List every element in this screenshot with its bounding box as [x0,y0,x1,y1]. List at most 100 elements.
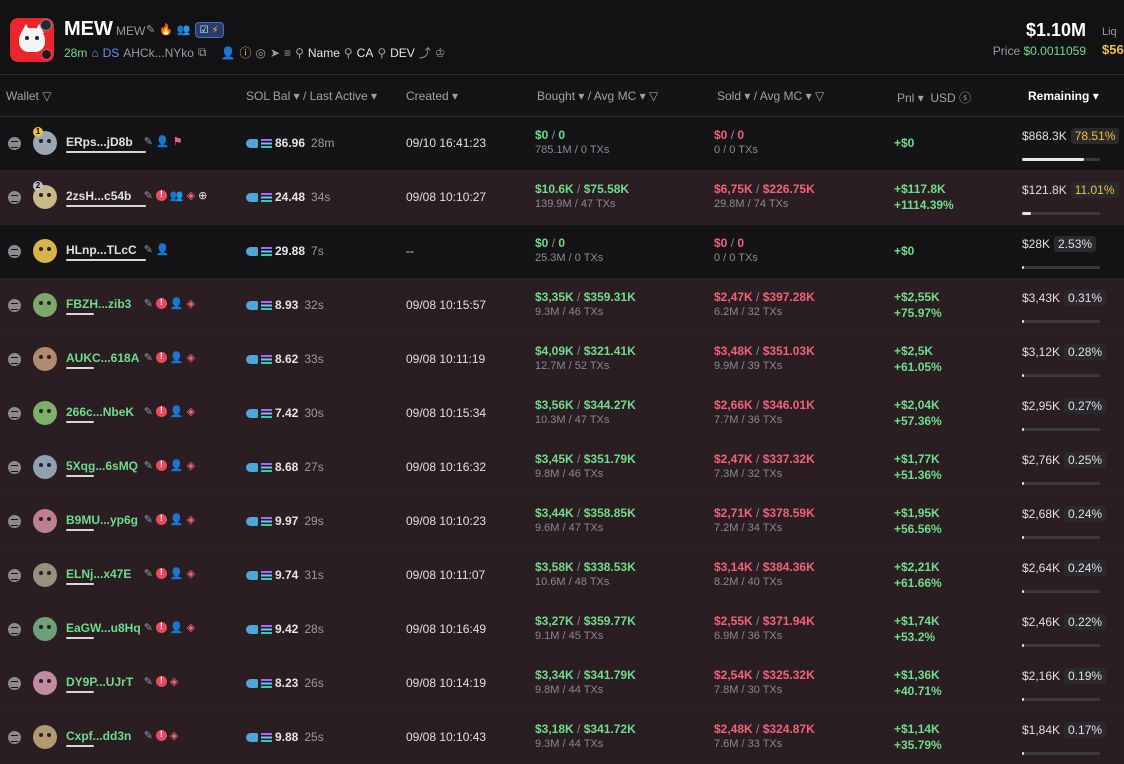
token-logo[interactable] [10,18,54,62]
sort-icon[interactable]: ▾ [640,89,646,103]
wallet-avatar[interactable] [33,509,57,533]
wallet-name[interactable]: 5Xqg...6sMQ [66,459,138,473]
search-ca-link[interactable]: CA [357,46,374,60]
sort-icon[interactable]: ▾ [806,89,812,103]
table-row[interactable]: HLnp...TLcC ✎ 👤 29.88 7s -- $0 / 0 25.3M / 0 TX… [0,225,1124,279]
wallet-avatar[interactable] [33,563,57,587]
edit-icon[interactable]: ✎ [144,297,153,310]
wallet-name[interactable]: HLnp...TLcC [66,243,137,257]
telegram-icon[interactable]: ➤ [270,46,280,60]
row-menu-icon[interactable] [8,353,21,366]
edit-icon[interactable]: ✎ [144,621,153,634]
table-row[interactable]: 2 2zsH...c54b ✎ 👥◈⊕ 24.48 34s 09/08 10:10:27 $1… [0,171,1124,225]
row-menu-icon[interactable] [8,137,21,150]
table-row[interactable]: 266c...NbeK ✎ 👤◈ 7.42 30s 09/08 10:15:34 $3,56… [0,387,1124,441]
web-icon[interactable]: ◎ [256,46,266,60]
row-menu-icon[interactable] [8,623,21,636]
pnl-percent: +1114.39% [894,198,954,212]
search-name-link[interactable]: Name [308,46,340,60]
sort-icon[interactable]: ▾ [578,89,584,103]
col-sold[interactable]: Sold ▾ / Avg MC ▾ ▽ [717,89,824,103]
table-row[interactable]: AUKC...618A ✎ 👤◈ 8.62 33s 09/08 10:11:19 $4,09… [0,333,1124,387]
edit-icon[interactable]: ✎ [144,567,153,580]
edit-icon[interactable]: ✎ [144,405,153,418]
remaining-value: $3,43K [1022,291,1061,305]
sort-icon[interactable]: ▾ [918,91,924,105]
table-row[interactable]: ELNj...x47E ✎ 👤◈ 9.74 31s 09/08 10:11:07 $3,58… [0,549,1124,603]
table-row[interactable]: Cxpf...dd3n✎◈9.8825s09/08 10:10:43$3,18K… [0,711,1124,764]
table-row[interactable]: EaGW...u8Hq✎ 👤◈ 9.42 28s 09/08 10:16:49 $3,27… [0,603,1124,657]
table-row[interactable]: DY9P...UJrT✎◈8.2326s09/08 10:14:19$3,34K… [0,657,1124,711]
solana-icon [261,138,272,148]
alert-icon[interactable]: ⓘ [239,44,251,61]
wallet-name[interactable]: B9MU...yp6g [66,513,138,527]
edit-icon[interactable]: ✎ [144,513,153,526]
edit-icon[interactable]: ✎ [144,675,153,688]
crown-icon[interactable]: ♔ [435,46,446,60]
edit-icon[interactable]: ✎ [146,24,155,36]
wallet-name[interactable]: ELNj...x47E [66,567,131,581]
edit-icon[interactable]: ✎ [144,351,153,364]
wallet-avatar[interactable] [33,671,57,695]
table-row[interactable]: FBZH...zib3 ✎ 👤◈ 8.93 32s 09/08 10:15:57 $3,35… [0,279,1124,333]
filter-icon[interactable]: ▽ [42,89,51,103]
user-icon[interactable]: 👤 [221,46,236,60]
wallet-name[interactable]: EaGW...u8Hq [66,621,141,635]
wallet-name[interactable]: FBZH...zib3 [66,297,131,311]
row-menu-icon[interactable] [8,515,21,528]
edit-icon[interactable]: ✎ [144,459,153,472]
filter-icon[interactable]: ▽ [649,89,658,103]
home-icon[interactable]: ⌂ [91,46,98,60]
row-menu-icon[interactable] [8,299,21,312]
user-check-icon: 👤 [169,568,184,580]
row-menu-icon[interactable] [8,731,21,744]
row-menu-icon[interactable] [8,461,21,474]
currency-toggle-icon[interactable]: ⓢ [959,91,971,105]
sol-balance-value: 86.96 [275,136,306,150]
wallet-name[interactable]: AUKC...618A [66,351,139,365]
wallet-name[interactable]: 266c...NbeK [66,405,134,419]
edit-icon[interactable]: ✎ [144,243,153,256]
sort-icon[interactable]: ▾ [452,89,458,103]
row-menu-icon[interactable] [8,407,21,420]
wallet-name[interactable]: Cxpf...dd3n [66,729,131,743]
filter-icon[interactable]: ▽ [815,89,824,103]
sort-icon[interactable]: ▾ [744,89,750,103]
table-row[interactable]: 1 ERps...jD8b ✎ 👤 ⚑ 86.96 28m 09/10 16:41:23 $0 … [0,117,1124,171]
col-wallet[interactable]: Wallet ▽ [6,89,51,103]
wallet-avatar[interactable] [33,401,57,425]
col-remaining[interactable]: Remaining ▾ [1028,89,1099,103]
wallet-avatar[interactable] [33,617,57,641]
col-pnl[interactable]: Pnl ▾ USD ⓢ [897,89,971,106]
ds-label[interactable]: DS [103,46,120,60]
sort-icon[interactable]: ▾ [1093,89,1099,103]
col-bought[interactable]: Bought ▾ / Avg MC ▾ ▽ [537,89,658,103]
edit-icon[interactable]: ✎ [144,189,153,202]
row-menu-icon[interactable] [8,677,21,690]
row-menu-icon[interactable] [8,245,21,258]
table-row[interactable]: B9MU...yp6g ✎ 👤◈ 9.97 29s 09/08 10:10:23 $3,44… [0,495,1124,549]
sold-avg-mc: 0 [737,236,745,250]
warning-badge-icon [41,49,52,60]
sort-icon[interactable]: ▾ [294,89,300,103]
menu-icon[interactable]: ≡ [284,46,291,60]
edit-icon[interactable]: ✎ [144,729,153,742]
wallet-name[interactable]: 2zsH...c54b [66,189,131,203]
wallet-avatar[interactable] [33,455,57,479]
table-row[interactable]: 5Xqg...6sMQ ✎ 👤◈ 8.68 27s 09/08 10:16:32 $3,45… [0,441,1124,495]
wallet-avatar[interactable] [33,347,57,371]
share-icon[interactable]: ⤴ [419,44,431,61]
wallet-name[interactable]: ERps...jD8b [66,135,133,149]
wallet-name[interactable]: DY9P...UJrT [66,675,133,689]
wallet-avatar[interactable] [33,725,57,749]
search-dev-link[interactable]: DEV [390,46,415,60]
col-created[interactable]: Created ▾ [406,89,458,103]
sort-icon[interactable]: ▾ [371,89,377,103]
copy-icon[interactable]: ⧉ [198,45,207,60]
row-menu-icon[interactable] [8,569,21,582]
col-sol-bal[interactable]: SOL Bal ▾ / Last Active ▾ [246,89,377,103]
row-menu-icon[interactable] [8,191,21,204]
wallet-avatar[interactable] [33,293,57,317]
edit-icon[interactable]: ✎ [144,135,153,148]
wallet-avatar[interactable] [33,239,57,263]
